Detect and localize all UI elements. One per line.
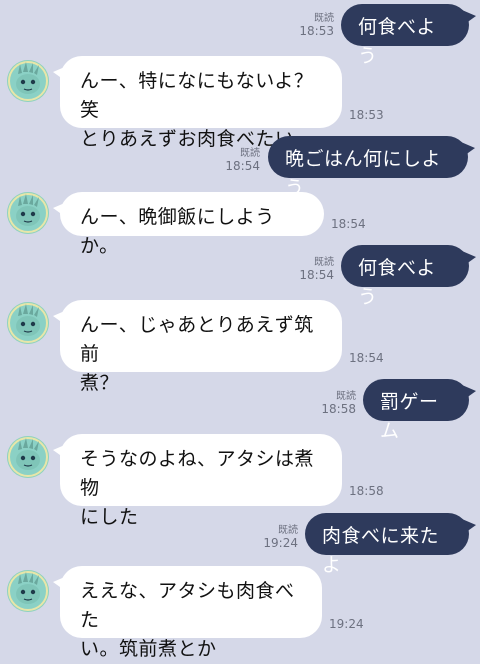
message-time: 18:53 bbox=[299, 24, 334, 38]
message-time: 19:24 bbox=[263, 536, 298, 550]
sent-message-bubble[interactable]: 晩ごはん何にしよう bbox=[268, 136, 475, 199]
sent-message-bubble[interactable]: 何食べよう bbox=[341, 245, 476, 308]
contact-avatar[interactable] bbox=[7, 436, 49, 478]
message-time: 19:24 bbox=[329, 617, 364, 631]
message-meta: 既読 18:54 bbox=[216, 147, 260, 173]
statue-of-liberty-face-icon bbox=[7, 570, 49, 612]
message-time: 18:58 bbox=[349, 484, 384, 498]
contact-avatar[interactable] bbox=[7, 192, 49, 234]
message-meta: 既読 18:53 bbox=[290, 12, 334, 38]
contact-avatar[interactable] bbox=[7, 302, 49, 344]
sent-message-bubble[interactable]: 罰ゲーム bbox=[363, 379, 476, 442]
contact-avatar[interactable] bbox=[7, 60, 49, 102]
chat-area[interactable]: 既読 18:53 何食べよう んー、特になにもないよ？笑 とりあえずお肉食べたい… bbox=[0, 0, 480, 660]
statue-of-liberty-face-icon bbox=[7, 302, 49, 344]
statue-of-liberty-face-icon bbox=[7, 436, 49, 478]
message-time: 18:54 bbox=[225, 159, 260, 173]
message-time: 18:54 bbox=[349, 351, 384, 365]
contact-avatar[interactable] bbox=[7, 570, 49, 612]
received-message-bubble[interactable]: んー、じゃあとりあえず筑前 煮？ bbox=[53, 300, 342, 394]
message-time: 18:53 bbox=[349, 108, 384, 122]
received-message-bubble[interactable]: んー、晩御飯にしようか。 bbox=[53, 192, 324, 257]
message-meta: 既読 18:54 bbox=[290, 256, 334, 282]
sent-message-bubble[interactable]: 何食べよう bbox=[341, 4, 476, 67]
message-time: 18:54 bbox=[331, 217, 366, 231]
received-message-bubble[interactable]: んー、特になにもないよ？笑 とりあえずお肉食べたい bbox=[53, 56, 342, 150]
sent-message-bubble[interactable]: 肉食べに来たよ bbox=[305, 513, 476, 576]
statue-of-liberty-face-icon bbox=[7, 192, 49, 234]
statue-of-liberty-face-icon bbox=[7, 60, 49, 102]
message-time: 18:54 bbox=[299, 268, 334, 282]
message-meta: 既読 18:58 bbox=[312, 390, 356, 416]
received-message-bubble[interactable]: そうなのよね、アタシは煮物 にした bbox=[53, 434, 342, 528]
message-time: 18:58 bbox=[321, 402, 356, 416]
received-message-bubble[interactable]: ええな、アタシも肉食べた い。筑前煮とか bbox=[53, 566, 322, 660]
message-meta: 既読 19:24 bbox=[254, 524, 298, 550]
